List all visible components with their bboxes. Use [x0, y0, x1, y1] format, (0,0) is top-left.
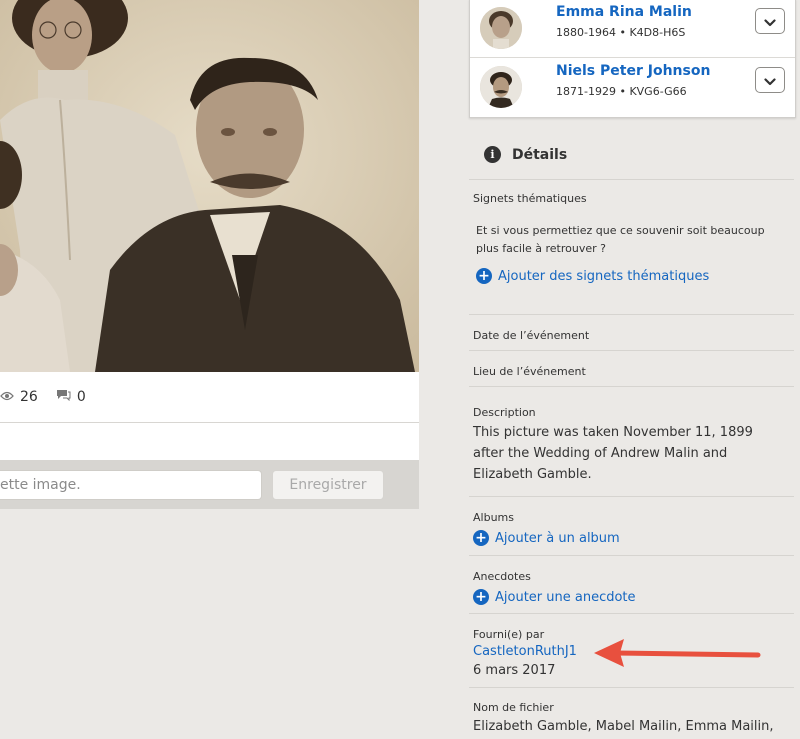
avatar [480, 7, 522, 49]
person-name[interactable]: Emma Rina Malin [556, 4, 692, 20]
divider [469, 613, 794, 614]
save-button[interactable]: Enregistrer [272, 470, 384, 500]
topic-tags-label: Signets thématiques [473, 192, 587, 205]
comments-stat[interactable]: 0 [56, 389, 86, 405]
info-icon: i [484, 146, 501, 163]
filename-label: Nom de fichier [473, 701, 554, 714]
divider [469, 350, 794, 351]
contributed-by-label: Fourni(e) par [473, 628, 545, 641]
photo-stats-bar: 26 0 [0, 372, 419, 423]
chevron-down-icon [764, 71, 776, 90]
caption-input[interactable]: ette image. [0, 470, 262, 500]
caption-bar: ette image. Enregistrer [0, 460, 419, 509]
add-topic-tags-link[interactable]: + Ajouter des signets thématiques [476, 268, 709, 284]
comment-icon [56, 389, 71, 405]
person-name[interactable]: Niels Peter Johnson [556, 63, 710, 79]
albums-label: Albums [473, 511, 514, 524]
description-text[interactable]: This picture was taken November 11, 1899… [473, 422, 773, 485]
arrow-icon [594, 639, 761, 667]
add-anecdote-label: Ajouter une anecdote [495, 589, 636, 605]
photo-viewer[interactable] [0, 0, 419, 372]
person-meta: 1871-1929 • KVG6-G66 [556, 85, 687, 98]
anecdotes-label: Anecdotes [473, 570, 531, 583]
details-header: i Détails [484, 146, 567, 163]
expand-button[interactable] [755, 8, 785, 34]
contributor-link[interactable]: CastletonRuthJ1 [473, 641, 577, 662]
add-to-album-link[interactable]: + Ajouter à un album [473, 530, 620, 546]
description-label: Description [473, 406, 536, 419]
views-stat: 26 [0, 389, 38, 405]
contributed-date: 6 mars 2017 [473, 663, 556, 678]
person-row[interactable]: Niels Peter Johnson 1871-1929 • KVG6-G66 [470, 58, 795, 116]
event-place-field[interactable]: Lieu de l’événement [473, 365, 586, 378]
divider [469, 555, 794, 556]
divider [469, 314, 794, 315]
person-row[interactable]: Emma Rina Malin 1880-1964 • K4D8-H6S [470, 0, 795, 58]
person-meta: 1880-1964 • K4D8-H6S [556, 26, 686, 39]
tagged-persons-card: Emma Rina Malin 1880-1964 • K4D8-H6S Nie… [469, 0, 796, 118]
views-count: 26 [20, 389, 38, 405]
add-to-album-label: Ajouter à un album [495, 530, 620, 546]
filename-value: Elizabeth Gamble, Mabel Mailin, Emma Mai… [473, 719, 774, 734]
details-title: Détails [512, 146, 568, 163]
add-anecdote-link[interactable]: + Ajouter une anecdote [473, 589, 636, 605]
divider [469, 687, 794, 688]
event-date-field[interactable]: Date de l’événement [473, 329, 589, 342]
divider [469, 496, 794, 497]
plus-circle-icon: + [473, 589, 489, 605]
plus-circle-icon: + [476, 268, 492, 284]
eye-icon [0, 390, 14, 405]
divider [469, 386, 794, 387]
topic-tags-prompt: Et si vous permettiez que ce souvenir so… [476, 224, 765, 255]
avatar [480, 66, 522, 108]
comments-count: 0 [76, 389, 86, 405]
add-topic-tags-label: Ajouter des signets thématiques [498, 268, 710, 284]
sepia-photo [0, 0, 419, 372]
expand-button[interactable] [755, 67, 785, 93]
plus-circle-icon: + [473, 530, 489, 546]
divider [469, 179, 794, 180]
chevron-down-icon [764, 12, 776, 31]
spacer-row [0, 423, 419, 460]
